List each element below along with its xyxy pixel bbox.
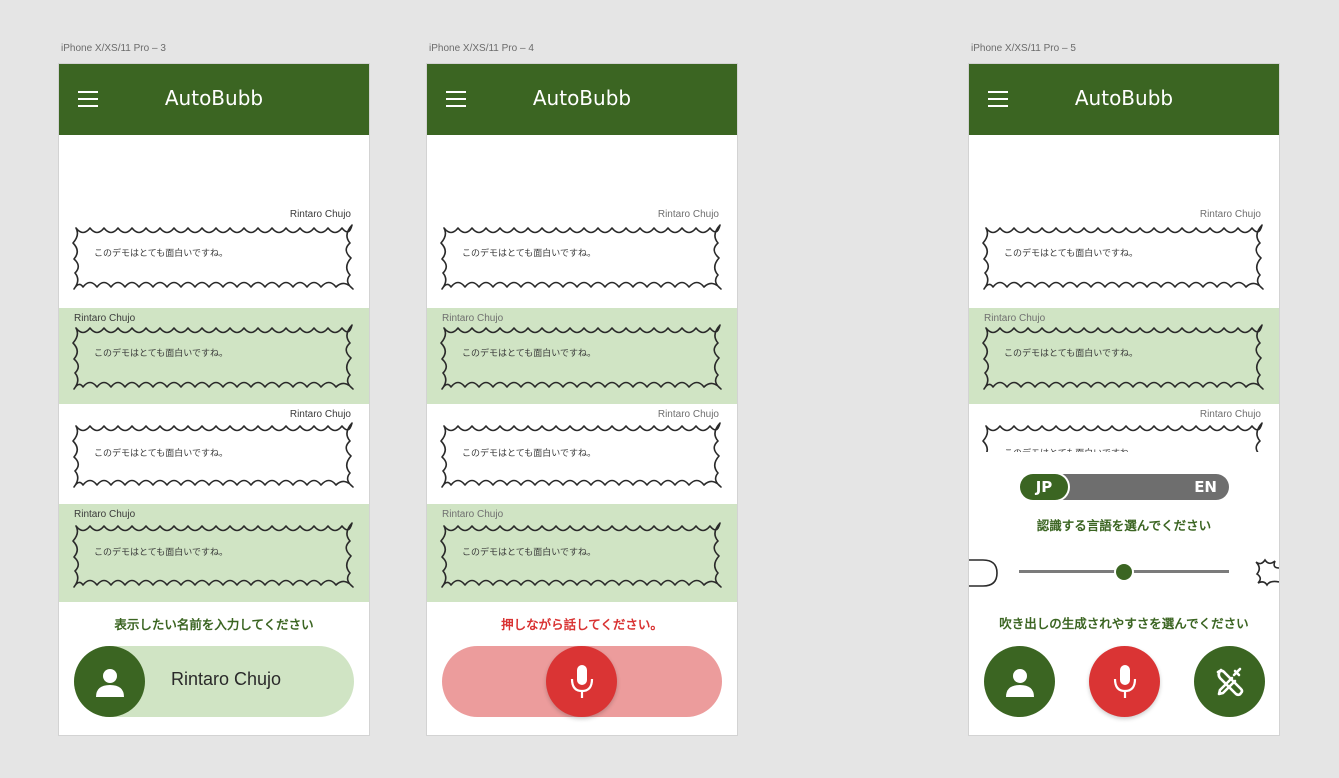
language-option-jp[interactable]: JP — [1020, 474, 1068, 500]
bubble-text: このデモはとても面白いですね。 — [94, 349, 229, 359]
app-title: AutoBubb — [164, 86, 264, 110]
speak-prompt: 押しながら話してください。 — [501, 617, 663, 632]
app-bar: AutoBubb — [969, 64, 1279, 135]
bubble-text: このデモはとても面白いですね。 — [462, 349, 597, 359]
bubble-text: このデモはとても面白いですね。 — [94, 249, 229, 259]
bubble-row: Rintaro Chujo このデモはとても面白いですね。 — [969, 204, 1279, 308]
spiky-bubble-preview-icon — [1255, 558, 1279, 587]
speaker-name: Rintaro Chujo — [74, 509, 136, 520]
language-option-en[interactable]: EN — [1194, 474, 1217, 500]
bubble-text: このデモはとても面白いですね。 — [1004, 349, 1139, 359]
phone-screen-name-input: AutoBubb Rintaro Chujo このデモはとても面白いですね。 R… — [59, 64, 369, 735]
app-bar: AutoBubb — [59, 64, 369, 135]
sensitivity-slider-thumb[interactable] — [1116, 564, 1132, 580]
name-prompt: 表示したい名前を入力してください — [114, 617, 314, 632]
sensitivity-prompt: 吹き出しの生成されやすさを選んでください — [999, 616, 1249, 631]
app-title: AutoBubb — [532, 86, 632, 110]
language-toggle[interactable]: JP EN — [1020, 474, 1229, 500]
bubble-row: Rintaro Chujo このデモはとても面白いですね。 — [427, 204, 737, 308]
name-input-field[interactable]: Rintaro Chujo — [74, 646, 354, 717]
bubble-row: Rintaro Chujo このデモはとても面白いですね。 — [969, 308, 1279, 404]
bubble-row: Rintaro Chujo このデモはとても面白いですね。 — [59, 404, 369, 504]
microphone-icon — [570, 664, 593, 698]
bubble-row: Rintaro Chujo このデモはとても面白いですね。 — [427, 308, 737, 404]
language-prompt: 認識する言語を選んでください — [1036, 518, 1212, 533]
microphone-button[interactable] — [546, 646, 617, 717]
user-icon — [1005, 668, 1034, 697]
artboard-label-3: iPhone X/XS/11 Pro – 3 — [61, 43, 166, 54]
bubble-text: このデモはとても面白いですね。 — [94, 449, 229, 459]
speaker-name: Rintaro Chujo — [657, 409, 719, 420]
bubble-text: このデモはとても面白いですね。 — [1004, 249, 1139, 259]
name-value[interactable]: Rintaro Chujo — [171, 669, 281, 690]
user-button[interactable] — [984, 646, 1055, 717]
bubble-row: Rintaro Chujo このデモはとても面白いですね。 — [427, 504, 737, 602]
push-to-talk-bar[interactable] — [442, 646, 722, 717]
user-icon — [95, 668, 124, 697]
artboard-label-5: iPhone X/XS/11 Pro – 5 — [971, 43, 1076, 54]
tools-icon — [1216, 667, 1243, 696]
round-bubble-preview-icon — [969, 559, 998, 587]
speaker-name: Rintaro Chujo — [289, 409, 351, 420]
app-bar: AutoBubb — [427, 64, 737, 135]
phone-screen-recording: AutoBubb Rintaro Chujo このデモはとても面白いですね。 R… — [427, 64, 737, 735]
settings-button[interactable] — [1194, 646, 1265, 717]
speaker-name: Rintaro Chujo — [1199, 209, 1261, 220]
app-title: AutoBubb — [1074, 86, 1174, 110]
bubble-text: このデモはとても面白いですね。 — [462, 548, 597, 558]
bubble-row: Rintaro Chujo このデモはとても面白いですね。 — [969, 404, 1279, 452]
bubble-text: このデモはとても面白いですね。 — [462, 449, 597, 459]
bubble-row: Rintaro Chujo このデモはとても面白いですね。 — [427, 404, 737, 504]
user-button[interactable] — [74, 646, 145, 717]
speaker-name: Rintaro Chujo — [289, 209, 351, 220]
microphone-button[interactable] — [1089, 646, 1160, 717]
speaker-name: Rintaro Chujo — [442, 509, 504, 520]
speaker-name: Rintaro Chujo — [1199, 409, 1261, 420]
speaker-name: Rintaro Chujo — [657, 209, 719, 220]
bubble-text: このデモはとても面白いですね。 — [462, 249, 597, 259]
artboard-label-4: iPhone X/XS/11 Pro – 4 — [429, 43, 534, 54]
bubble-row: Rintaro Chujo このデモはとても面白いですね。 — [59, 204, 369, 308]
bubble-text: このデモはとても面白いですね。 — [94, 548, 229, 558]
bubble-row: Rintaro Chujo このデモはとても面白いですね。 — [59, 504, 369, 602]
microphone-icon — [1113, 664, 1136, 698]
phone-screen-settings: AutoBubb Rintaro Chujo このデモはとても面白いですね。 R… — [969, 64, 1279, 735]
bubble-text: このデモはとても面白いですね。 — [1004, 446, 1138, 452]
bubble-row: Rintaro Chujo このデモはとても面白いですね。 — [59, 308, 369, 404]
